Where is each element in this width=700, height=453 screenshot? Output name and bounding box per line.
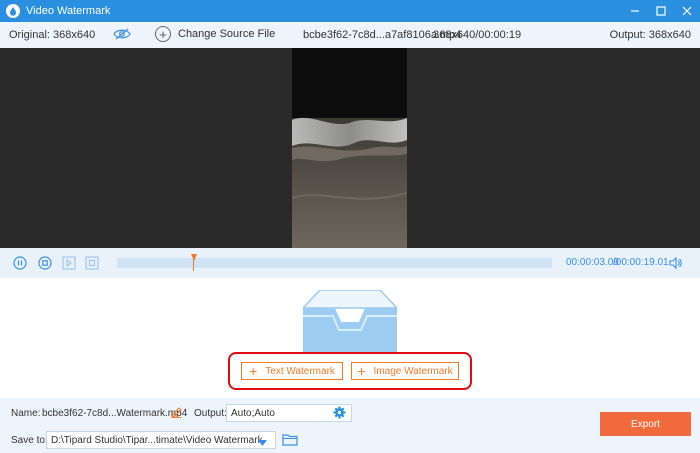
info-bar: Original: 368x640 + Change Source File b…	[0, 22, 700, 48]
current-time: 00:00:03.09	[566, 257, 619, 268]
stop-icon[interactable]	[38, 256, 52, 270]
pause-icon[interactable]	[13, 256, 27, 270]
total-time: /00:00:19.01	[613, 257, 669, 268]
video-frame	[292, 48, 407, 248]
app-logo-icon	[6, 4, 20, 18]
change-source-file-button[interactable]: + Change Source File	[155, 26, 275, 42]
change-source-label: Change Source File	[178, 28, 276, 40]
hide-preview-eye-icon[interactable]	[113, 27, 131, 44]
next-frame-icon[interactable]	[62, 256, 76, 270]
plus-icon: +	[357, 363, 366, 379]
output-file-name: bcbe3f62-7c8d...Watermark.mp4	[42, 408, 188, 419]
output-label: Output:	[194, 408, 227, 419]
original-resolution: Original: 368x640	[9, 29, 96, 41]
snapshot-icon[interactable]	[85, 256, 99, 270]
playhead-marker-icon[interactable]	[191, 252, 197, 264]
playback-controls: 00:00:03.09 /00:00:19.01	[0, 248, 700, 278]
volume-icon[interactable]	[668, 256, 682, 273]
export-button[interactable]: Export	[600, 412, 691, 436]
output-resolution: Output: 368x640	[609, 29, 691, 41]
output-settings-bar: Name: bcbe3f62-7c8d...Watermark.mp4 Outp…	[0, 398, 700, 453]
add-image-watermark-button[interactable]: + Image Watermark	[351, 362, 459, 380]
add-text-watermark-button[interactable]: + Text Watermark	[241, 362, 343, 380]
maximize-icon[interactable]	[648, 0, 674, 22]
save-to-label: Save to:	[11, 435, 48, 446]
edit-name-pencil-icon[interactable]	[171, 407, 182, 421]
image-watermark-label: Image Watermark	[373, 365, 453, 377]
gear-icon[interactable]	[333, 406, 346, 422]
video-preview-area	[0, 48, 700, 248]
plus-icon: +	[249, 363, 258, 379]
save-path-value: D:\Tipard Studio\Tipar...timate\Video Wa…	[51, 435, 263, 446]
text-watermark-label: Text Watermark	[265, 365, 335, 377]
window-title: Video Watermark	[26, 5, 111, 17]
empty-tray-icon	[301, 289, 399, 355]
timeline-track[interactable]	[117, 258, 552, 268]
add-circle-icon: +	[155, 26, 171, 42]
source-file-meta: 368x640/00:00:19	[433, 29, 522, 41]
output-format-value: Auto;Auto	[231, 408, 275, 419]
title-bar: Video Watermark	[0, 0, 700, 22]
watermark-add-area: + Text Watermark + Image Watermark	[0, 278, 700, 398]
close-icon[interactable]	[674, 0, 700, 22]
open-folder-icon[interactable]	[282, 433, 298, 449]
save-path-field[interactable]: D:\Tipard Studio\Tipar...timate\Video Wa…	[46, 431, 276, 449]
minimize-icon[interactable]	[622, 0, 648, 22]
chevron-down-icon[interactable]	[258, 437, 267, 449]
name-label: Name:	[11, 408, 41, 419]
playhead-line	[193, 259, 194, 271]
